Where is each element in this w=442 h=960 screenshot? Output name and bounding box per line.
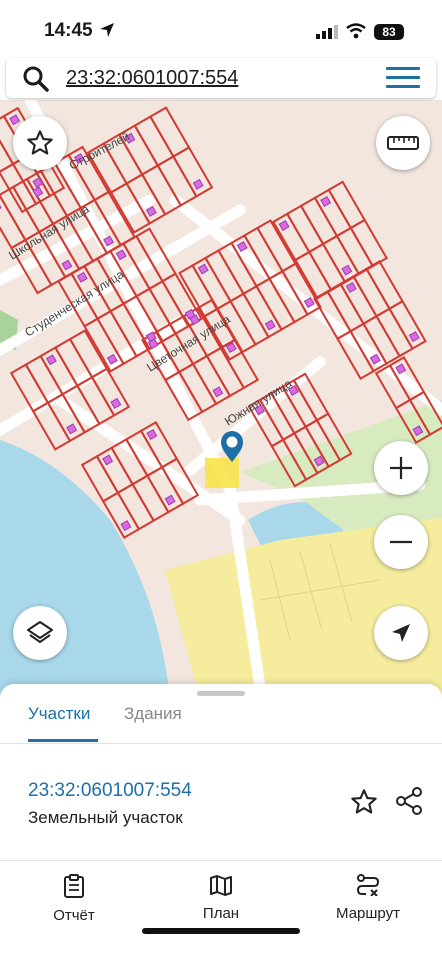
building-marker [164,494,176,506]
building-marker [212,386,224,398]
parcel [388,299,427,350]
street-label-yuzhnaya: Южная улица [222,376,294,428]
nav-report-label: Отчёт [53,907,95,924]
selected-parcel [205,458,239,488]
parcel [242,284,283,339]
divider [0,743,442,744]
status-bar: 14:45 83 [0,0,442,56]
building-marker [320,196,332,207]
parcel [172,146,214,198]
divider [0,860,442,861]
tab-parcels[interactable]: Участки [28,704,90,724]
tab-buildings[interactable]: Здания [124,704,182,724]
minus-icon [390,540,412,544]
map-pin-icon[interactable] [221,431,243,462]
parcel-type: Земельный участок [28,808,183,827]
building-marker [61,259,73,271]
building-marker [66,423,78,435]
layers-button[interactable] [13,606,67,660]
nav-route[interactable]: Маршрут [308,874,428,922]
report-clipboard-icon [64,874,84,898]
building-marker [341,264,353,276]
building-marker [345,282,357,293]
building-marker [45,354,57,366]
share-icon[interactable] [394,786,424,816]
parcel-info-sheet: Участки Здания 23:32:0601007:554 Земельн… [0,684,442,960]
favorite-button[interactable] [13,116,67,170]
add-favorite-icon[interactable] [350,788,378,816]
zoom-in-button[interactable] [374,441,428,495]
building-marker [146,429,158,440]
building-marker [9,114,21,126]
menu-icon[interactable] [386,67,420,91]
building-marker [145,205,157,217]
building-marker [32,186,44,198]
ruler-button[interactable] [376,116,430,170]
parcel [204,249,245,303]
building-marker [102,454,114,466]
layers-icon [27,621,53,643]
building-marker [264,319,276,331]
nav-route-label: Маршрут [336,905,400,922]
parcel [365,260,404,311]
building-marker [120,520,132,532]
map-canvas[interactable]: Строителей Школьная улица Студенческая у… [0,100,442,700]
home-indicator [142,928,300,934]
parcel [327,180,367,230]
search-bar[interactable]: 23:32:0601007:554 [6,58,436,98]
sheet-drag-handle[interactable] [197,691,245,696]
active-tab-indicator [28,739,98,742]
parcel [0,185,41,242]
star-icon [27,130,53,155]
clock: 14:45 [44,20,93,41]
building-marker [115,249,127,261]
ruler-icon [387,136,419,150]
plus-icon [390,457,412,479]
nav-plan-label: План [202,905,240,922]
parcel-number-link[interactable]: 23:32:0601007:554 [28,780,192,802]
map-icon [210,875,232,896]
building-marker [110,397,122,409]
building-marker [197,263,209,275]
nav-report[interactable]: Отчёт [14,874,134,924]
building-marker [0,201,2,213]
navigation-arrow-icon [392,624,410,642]
search-query[interactable]: 23:32:0601007:554 [66,67,238,90]
wifi-icon [346,23,366,39]
parcel [149,106,191,158]
zoom-out-button[interactable] [374,515,428,569]
cellular-signal-icon [316,25,338,39]
building-marker [408,331,420,343]
search-icon[interactable] [22,65,50,93]
cadastral-map[interactable]: Строителей Школьная улица Студенческая у… [0,100,442,700]
river [0,440,170,700]
battery-indicator: 83 [374,24,404,40]
building-marker [192,178,204,190]
locate-me-button[interactable] [374,606,428,660]
building-marker [76,271,88,283]
location-arrow-icon [100,23,114,37]
building-marker [278,220,290,231]
parcel [349,218,389,268]
nav-plan[interactable]: План [161,874,281,922]
route-icon [356,874,380,897]
parcel [229,292,270,346]
parcel-block [271,180,389,300]
